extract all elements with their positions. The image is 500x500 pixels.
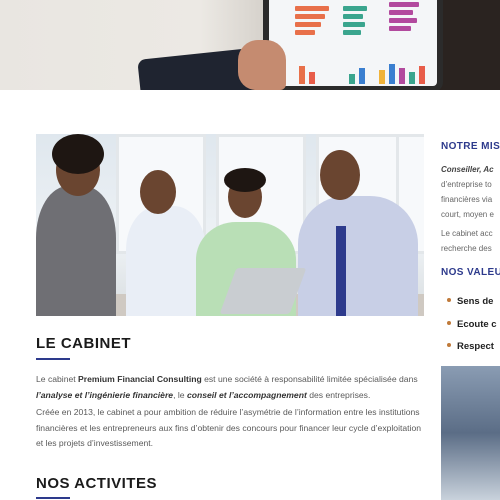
cabinet-paragraph-2: Créée en 2013, le cabinet a pour ambitio… — [36, 407, 422, 448]
values-list-item: Sens de — [447, 296, 493, 307]
title-underline — [36, 497, 70, 499]
cabinet-paragraph-1: Le cabinet Premium Financial Consulting … — [36, 374, 418, 400]
values-list-item: Respect — [447, 341, 494, 352]
title-underline — [36, 358, 70, 360]
section-title-cabinet: LE CABINET — [36, 335, 131, 352]
mission-title: NOTRE MIS — [441, 141, 500, 152]
bullet-icon — [447, 321, 451, 326]
bullet-icon — [447, 298, 451, 303]
side-photo — [441, 366, 500, 500]
values-list-item: Ecoute c — [447, 319, 497, 330]
bullet-icon — [447, 343, 451, 348]
hero-banner-image — [0, 0, 500, 90]
tablet-image — [263, 0, 443, 90]
section-title-activities: NOS ACTIVITES — [36, 475, 157, 492]
mission-text-2: Le cabinet acc recherche des — [441, 229, 493, 253]
values-title: NOS VALEU — [441, 267, 500, 278]
hand-shape — [238, 40, 286, 90]
mission-text: Conseiller, Ac d’entreprise to financièr… — [441, 165, 494, 219]
tablet-screen-chart — [269, 0, 437, 86]
